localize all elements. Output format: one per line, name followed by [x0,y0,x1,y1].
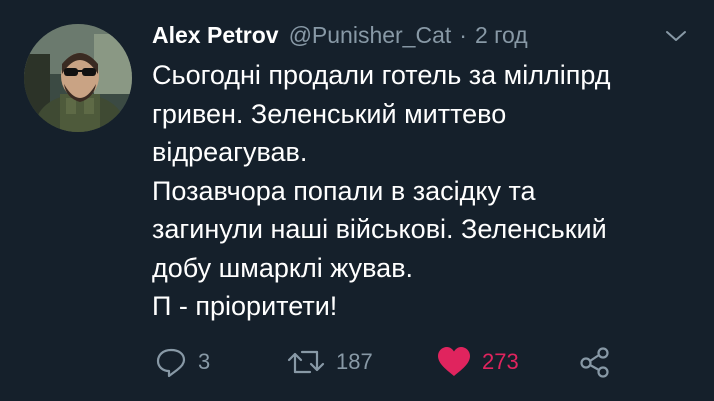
tweet-line: відреагував. [152,137,308,167]
tweet-text: Сьогодні продали готель за мілліпрд грив… [152,56,692,326]
like-button[interactable]: 273 [436,344,519,380]
header-separator: · [459,22,467,48]
tweet-line: добу шмарклі жував. [152,252,414,283]
reply-count: 3 [198,349,211,374]
like-count: 273 [482,349,519,374]
tweet-timestamp[interactable]: 2 год [475,22,528,49]
share-button[interactable] [578,344,612,380]
heart-icon [438,347,470,376]
tweet-line: Сьогодні продали готель за мілліпрд [152,60,611,90]
chevron-down-icon [666,31,686,41]
tweet-line: П - пріоритети! [152,291,338,321]
avatar-photo [24,24,132,132]
tweet-header: Alex Petrov @Punisher_Cat · 2 год [152,22,674,54]
tweet-line: загинули наші військові. Зеленський [152,214,607,244]
tweet[interactable]: Alex Petrov @Punisher_Cat · 2 год Сьогод… [0,0,714,401]
avatar[interactable] [24,24,132,132]
tweet-menu-button[interactable] [664,26,688,46]
retweet-count: 187 [336,349,373,374]
retweet-icon [287,350,325,374]
reply-icon [156,348,186,378]
tweet-line: гривен. Зеленський миттево [152,98,507,129]
tweet-line: Позавчора попали в засідку та [152,175,536,206]
reply-button[interactable]: 3 [154,344,210,380]
retweet-button[interactable]: 187 [286,344,373,380]
share-icon [580,347,609,378]
author-handle[interactable]: @Punisher_Cat [289,22,452,49]
author-name[interactable]: Alex Petrov [152,22,279,49]
tweet-actions: 3 187 273 [152,344,692,380]
